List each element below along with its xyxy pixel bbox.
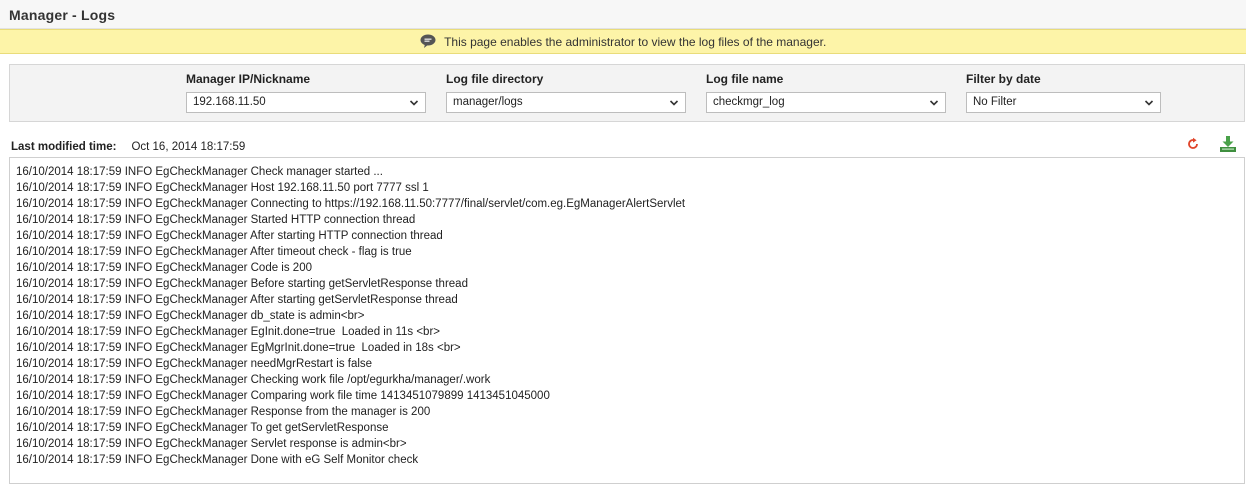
refresh-icon[interactable] — [1186, 137, 1200, 151]
log-line: 16/10/2014 18:17:59 INFO EgCheckManager … — [16, 262, 312, 274]
chevron-down-icon — [409, 100, 419, 106]
log-line: 16/10/2014 18:17:59 INFO EgCheckManager … — [16, 438, 407, 450]
info-message: This page enables the administrator to v… — [444, 34, 827, 49]
log-line: 16/10/2014 18:17:59 INFO EgCheckManager … — [16, 182, 429, 194]
log-line: 16/10/2014 18:17:59 INFO EgCheckManager … — [16, 198, 686, 210]
manager-label: Manager IP/Nickname — [186, 72, 311, 86]
directory-label: Log file directory — [446, 72, 544, 86]
filename-label: Log file name — [706, 72, 784, 86]
log-line: 16/10/2014 18:17:59 INFO EgCheckManager … — [16, 310, 365, 322]
log-line: 16/10/2014 18:17:59 INFO EgCheckManager … — [16, 454, 419, 466]
filename-select-value: checkmgr_log — [713, 96, 785, 108]
log-line: 16/10/2014 18:17:59 INFO EgCheckManager … — [16, 342, 461, 354]
date-filter-label: Filter by date — [966, 72, 1041, 86]
last-modified: Last modified time: Oct 16, 2014 18:17:59 — [11, 141, 245, 153]
log-line: 16/10/2014 18:17:59 INFO EgCheckManager … — [16, 390, 550, 402]
directory-select-value: manager/logs — [453, 96, 523, 108]
filename-select[interactable]: checkmgr_log — [706, 92, 946, 113]
log-line: 16/10/2014 18:17:59 INFO EgCheckManager … — [16, 294, 458, 306]
log-line: 16/10/2014 18:17:59 INFO EgCheckManager … — [16, 214, 416, 226]
directory-field: Log file directory manager/logs — [446, 71, 686, 113]
log-line: 16/10/2014 18:17:59 INFO EgCheckManager … — [16, 358, 373, 370]
last-modified-value: Oct 16, 2014 18:17:59 — [131, 141, 246, 153]
log-line: 16/10/2014 18:17:59 INFO EgCheckManager … — [16, 246, 412, 258]
log-lines: 16/10/2014 18:17:59 INFO EgCheckManager … — [16, 164, 685, 468]
manager-select-value: 192.168.11.50 — [193, 96, 266, 108]
log-line: 16/10/2014 18:17:59 INFO EgCheckManager … — [16, 278, 468, 290]
date-filter-select[interactable]: No Filter — [966, 92, 1161, 113]
log-line: 16/10/2014 18:17:59 INFO EgCheckManager … — [16, 326, 440, 338]
log-line: 16/10/2014 18:17:59 INFO EgCheckManager … — [16, 374, 491, 386]
log-line: 16/10/2014 18:17:59 INFO EgCheckManager … — [16, 406, 431, 418]
chevron-down-icon — [1144, 100, 1154, 106]
date-filter-field: Filter by date No Filter — [966, 71, 1161, 113]
title-bar: Manager - Logs — [0, 0, 1246, 29]
filter-panel: Manager IP/Nickname 192.168.11.50 Log fi… — [9, 64, 1245, 122]
log-line: 16/10/2014 18:17:59 INFO EgCheckManager … — [16, 422, 389, 434]
directory-select[interactable]: manager/logs — [446, 92, 686, 113]
download-icon[interactable] — [1219, 135, 1237, 153]
last-modified-label: Last modified time: — [11, 141, 117, 153]
manager-select[interactable]: 192.168.11.50 — [186, 92, 426, 113]
log-viewer[interactable]: 16/10/2014 18:17:59 INFO EgCheckManager … — [9, 157, 1245, 484]
chevron-down-icon — [669, 100, 679, 106]
log-line: 16/10/2014 18:17:59 INFO EgCheckManager … — [16, 230, 443, 242]
speech-bubble-icon — [420, 34, 436, 48]
filename-field: Log file name checkmgr_log — [706, 71, 946, 113]
manager-field: Manager IP/Nickname 192.168.11.50 — [186, 71, 426, 113]
date-filter-select-value: No Filter — [973, 96, 1017, 108]
log-line: 16/10/2014 18:17:59 INFO EgCheckManager … — [16, 166, 383, 178]
info-banner: This page enables the administrator to v… — [0, 29, 1246, 54]
chevron-down-icon — [929, 100, 939, 106]
page-title: Manager - Logs — [9, 7, 116, 23]
